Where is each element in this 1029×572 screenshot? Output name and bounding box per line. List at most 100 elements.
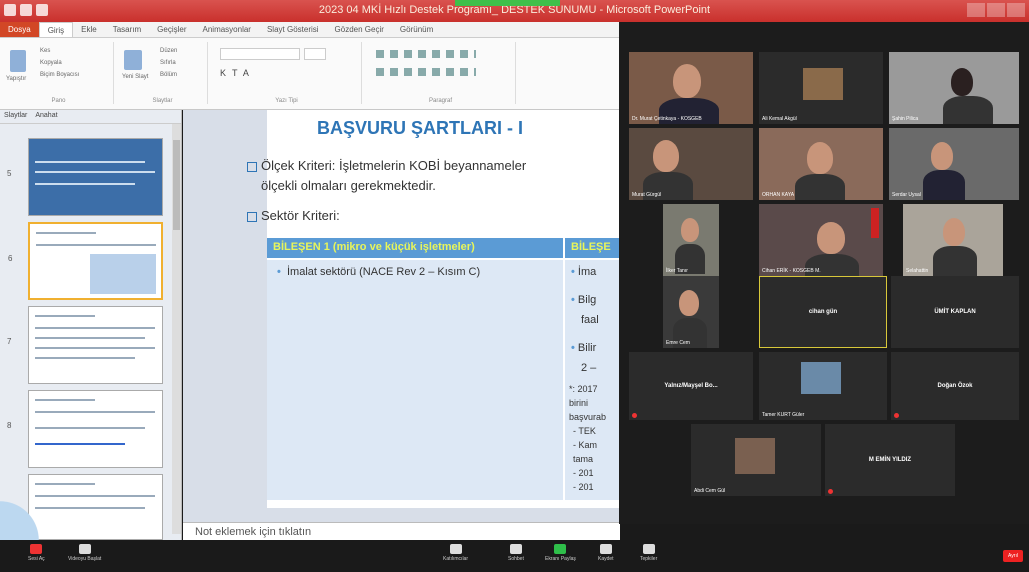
close-icon[interactable] [1007, 3, 1025, 17]
zoom-gallery-view: Dr. Murat Çetinkaya - KOSGEB Ali Kemal A… [619, 22, 1029, 524]
slide-thumbnail-6[interactable]: 6 [8, 222, 163, 300]
tab-file[interactable]: Dosya [0, 22, 39, 37]
participant-name: Tamer KURT Güler [762, 412, 805, 418]
participants-label: Katılımcılar [443, 556, 469, 562]
font-format-buttons[interactable]: KTA [220, 68, 255, 78]
tab-slides[interactable]: Slaytlar [4, 112, 27, 121]
participant-tile[interactable]: Abdi Cem Gül [691, 424, 821, 496]
tab-insert[interactable]: Ekle [73, 22, 105, 37]
bullet-scale-criterion[interactable]: Ölçek Kriteri: İşletmelerin KOBİ beyanna… [247, 158, 526, 173]
paste-label[interactable]: Yapıştır [6, 76, 26, 82]
tab-outline[interactable]: Anahat [35, 112, 57, 121]
paragraph-group: Paragraf [366, 42, 516, 104]
window-controls[interactable] [967, 3, 1025, 17]
footnote-text: - Kam [573, 440, 598, 450]
participant-head [681, 218, 699, 242]
list-buttons[interactable] [376, 50, 476, 58]
bullet-sector-criterion[interactable]: Sektör Kriteri: [247, 208, 340, 223]
reactions-button[interactable]: Tepkiler [640, 544, 657, 562]
table-cell-component-1[interactable]: • İmalat sektörü (NACE Rev 2 – Kısım C) [267, 260, 563, 500]
thumb-line [35, 443, 125, 445]
participant-tile[interactable]: Doğan Özok [891, 352, 1019, 420]
participant-name: Cihan ERİK - KOSGEB M. [762, 268, 821, 274]
table-cell-component-2[interactable]: • İma • Bilg faal • Bilir 2 – *: 2017 bi… [565, 260, 620, 500]
muted-mic-icon [828, 489, 833, 494]
microphone-icon [30, 544, 43, 554]
tab-design[interactable]: Tasarım [105, 22, 149, 37]
table-header-component-2[interactable]: BİLEŞE [565, 238, 620, 258]
new-slide-button[interactable]: Yeni Slayt [122, 74, 148, 80]
participant-tile[interactable]: Serdar Uysal [889, 128, 1019, 200]
start-video-button[interactable]: Videoyu Başlat [68, 544, 101, 562]
slides-group: Yeni Slayt Düzen Sıfırla Bölüm Slaytlar [118, 42, 208, 104]
paste-icon[interactable] [10, 50, 26, 72]
participant-tile[interactable]: Dr. Murat Çetinkaya - KOSGEB [629, 52, 753, 124]
thumb-line [35, 507, 145, 509]
new-slide-icon[interactable] [124, 50, 142, 70]
minimize-icon[interactable] [967, 3, 985, 17]
bullet-text: Ölçek Kriteri: İşletmelerin KOBİ beyanna… [261, 158, 527, 173]
slide-thumbnail-5[interactable]: 5 [7, 138, 163, 216]
participant-tile[interactable]: Yalnız/Mayşel Bo... [629, 352, 753, 420]
thumb-line [35, 411, 155, 413]
slide-thumbnail-8[interactable]: 8 [7, 390, 163, 468]
participant-tile[interactable]: İlker Tanır [663, 204, 719, 276]
slide-title[interactable]: BAŞVURU ŞARTLARI - I [317, 118, 523, 139]
font-name-field[interactable] [220, 48, 300, 60]
participant-tile[interactable]: ÜMİT KAPLAN [891, 276, 1019, 348]
thumb-line [35, 171, 155, 173]
record-button[interactable]: Kaydet [598, 544, 614, 562]
tab-animations[interactable]: Animasyonlar [195, 22, 259, 37]
tab-review[interactable]: Gözden Geçir [327, 22, 392, 37]
align-buttons[interactable] [376, 68, 476, 76]
slide-thumbnail-7[interactable]: 7 [7, 306, 163, 384]
thumb-line [35, 315, 95, 317]
share-screen-button[interactable]: Ekranı Paylaş [545, 544, 576, 562]
footnote-text: başvurab [569, 412, 607, 422]
participant-tile[interactable]: Şahin Pilica [889, 52, 1019, 124]
slide-thumbnail-9[interactable]: 9 [7, 474, 163, 540]
screen-share-banner[interactable] [455, 0, 560, 6]
maximize-icon[interactable] [987, 3, 1005, 17]
participant-tile[interactable]: Ali Kemal Akgül [759, 52, 883, 124]
participant-tile[interactable]: M EMİN YILDIZ [825, 424, 955, 496]
tab-home[interactable]: Giriş [38, 22, 74, 37]
participant-tile[interactable]: Tamer KURT Güler [759, 352, 887, 420]
tab-slideshow[interactable]: Slayt Gösterisi [259, 22, 327, 37]
participant-tile[interactable]: Cihan ERİK - KOSGEB M. [759, 204, 883, 276]
participant-name: Murat Gürgül [632, 192, 662, 198]
thumb-line [36, 244, 156, 246]
copy-button[interactable]: Kopyala [40, 60, 62, 66]
group-label-font: Yazı Tipi [275, 98, 298, 104]
tab-view[interactable]: Görünüm [392, 22, 441, 37]
participant-body [933, 246, 977, 276]
cut-button[interactable]: Kes [40, 48, 50, 54]
participant-head [817, 222, 845, 254]
leave-meeting-button[interactable]: Ayrıl [1003, 550, 1023, 562]
layout-button[interactable]: Düzen [160, 48, 177, 54]
notes-input[interactable]: Not eklemek için tıklatın [183, 522, 620, 540]
chat-button[interactable]: Sohbet [508, 544, 524, 562]
bullet-scale-criterion-cont[interactable]: ölçekli olmaları gerekmektedir. [261, 178, 436, 193]
participant-tile[interactable]: Murat Gürgül [629, 128, 753, 200]
unmute-label: Sesi Aç [28, 556, 45, 562]
tab-transitions[interactable]: Geçişler [149, 22, 194, 37]
participants-icon [449, 544, 462, 554]
thumb-table [90, 254, 156, 294]
slide-canvas[interactable]: BAŞVURU ŞARTLARI - I Ölçek Kriteri: İşle… [247, 110, 620, 508]
participant-tile[interactable]: ORHAN KAYA [759, 128, 883, 200]
footnote-text: birini [569, 398, 589, 408]
unmute-button[interactable]: Sesi Aç [28, 544, 45, 562]
table-header-component-1[interactable]: BİLEŞEN 1 (mikro ve küçük işletmeler) [267, 238, 563, 258]
participant-tile-active[interactable]: cihan gün [759, 276, 887, 348]
reset-button[interactable]: Sıfırla [160, 60, 176, 66]
participant-tile[interactable]: Selahattin [903, 204, 1003, 276]
thumbnail-scrollbar-thumb[interactable] [173, 140, 180, 230]
format-painter-button[interactable]: Biçim Boyacısı [40, 72, 79, 78]
participant-head [943, 218, 965, 246]
section-button[interactable]: Bölüm [160, 72, 177, 78]
participant-tile[interactable]: Emre Cem [663, 276, 719, 348]
participants-button[interactable]: Katılımcılar [443, 544, 468, 562]
font-size-field[interactable] [304, 48, 326, 60]
group-label-paragraph: Paragraf [428, 98, 452, 104]
